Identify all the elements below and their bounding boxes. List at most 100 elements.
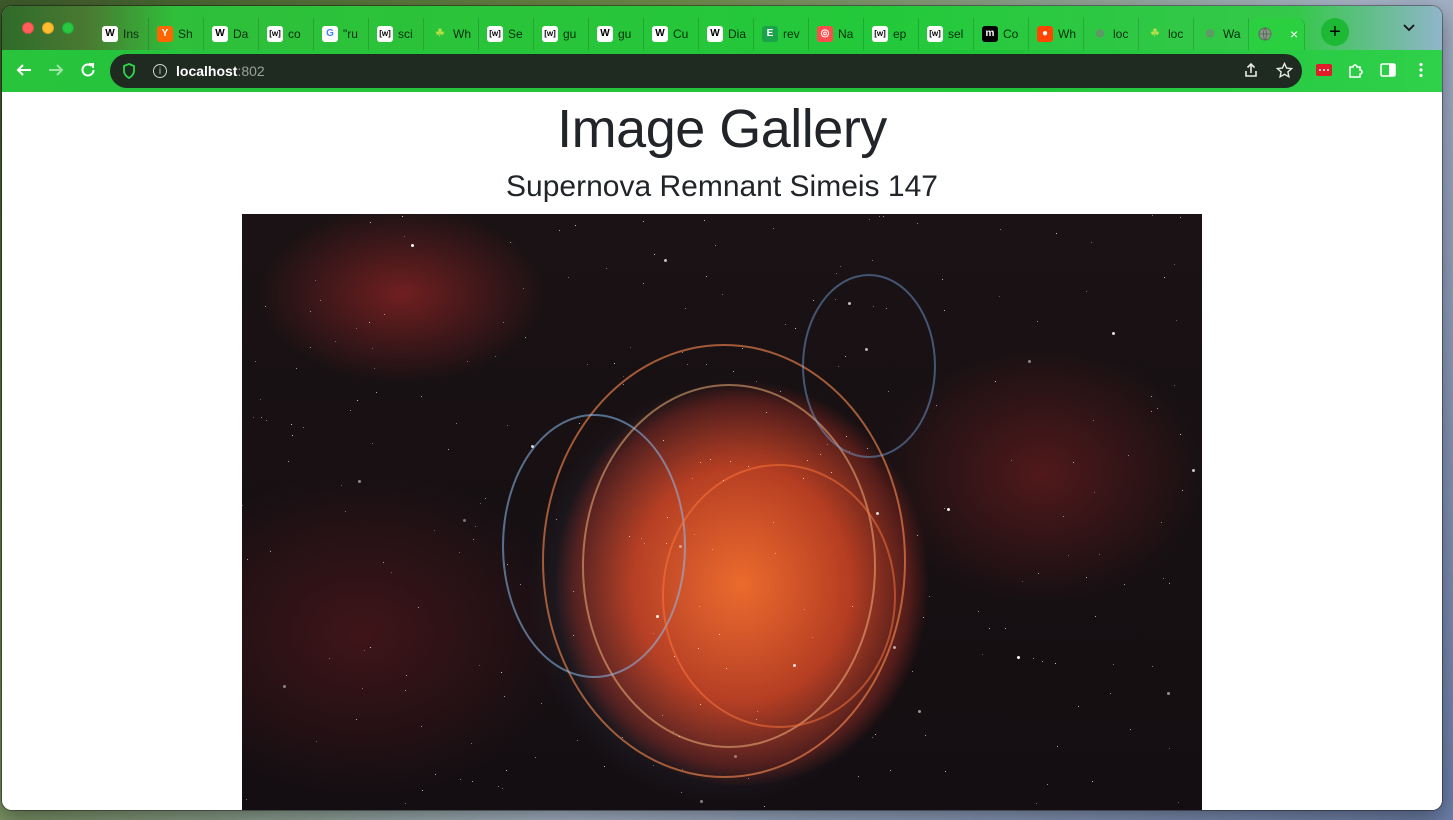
star <box>685 307 687 309</box>
star <box>433 529 435 531</box>
star <box>628 535 630 537</box>
star <box>784 323 786 325</box>
tab-17[interactable]: ● Wh <box>1029 18 1084 50</box>
tab-6[interactable]: ☘ Wh <box>424 18 479 50</box>
star <box>1092 420 1094 421</box>
tab-16[interactable]: m Co <box>974 18 1029 50</box>
tab-5[interactable]: [w] sci <box>369 18 424 50</box>
extension-red-icon[interactable] <box>1315 61 1333 84</box>
star <box>494 355 496 357</box>
star <box>1150 411 1152 413</box>
tab-15[interactable]: [w] sel <box>919 18 974 50</box>
star <box>941 278 943 280</box>
star <box>1022 581 1024 583</box>
tab-10[interactable]: W Cu <box>644 18 699 50</box>
tab-1[interactable]: Y Sh <box>149 18 204 50</box>
window-minimize-button[interactable] <box>42 22 54 34</box>
tab-18[interactable]: ◍ loc <box>1084 18 1139 50</box>
leaf-icon: ☘ <box>1150 28 1160 39</box>
star <box>356 399 358 401</box>
star <box>270 551 272 553</box>
star <box>500 672 502 674</box>
star <box>390 571 392 573</box>
site-info-icon[interactable]: i <box>153 64 167 78</box>
tab-19[interactable]: ☘ loc <box>1139 18 1194 50</box>
tab-label: Dia <box>728 27 747 41</box>
tab-list: W Ins Y Sh W Da [w] co G "ru [w] sci ☘ Wh [w] Se [w] gu Wg… <box>94 14 1305 50</box>
star <box>679 735 681 737</box>
new-tab-button[interactable]: + <box>1321 18 1349 46</box>
star <box>925 735 927 737</box>
tab-4[interactable]: G "ru <box>314 18 369 50</box>
tab-11[interactable]: W Dia <box>699 18 754 50</box>
star <box>575 224 577 226</box>
star <box>320 300 322 302</box>
star <box>382 561 384 563</box>
window-close-button[interactable] <box>22 22 34 34</box>
star <box>706 276 707 278</box>
wikipedia-icon: W <box>597 26 613 42</box>
star <box>922 616 924 618</box>
star <box>947 508 951 512</box>
star <box>334 340 336 342</box>
window-maximize-button[interactable] <box>62 22 74 34</box>
forward-button[interactable] <box>46 61 66 81</box>
url-text[interactable]: localhost:802 <box>176 63 265 79</box>
star <box>846 435 847 437</box>
tab-3[interactable]: [w] co <box>259 18 314 50</box>
star <box>764 805 766 807</box>
star <box>793 663 797 667</box>
star <box>663 259 667 263</box>
tab-2[interactable]: W Da <box>204 18 259 50</box>
globe-icon: ◍ <box>1205 28 1215 39</box>
more-menu-icon[interactable] <box>1412 61 1430 84</box>
star <box>999 295 1001 297</box>
star <box>1173 384 1175 386</box>
star <box>1164 276 1166 278</box>
share-icon[interactable] <box>1243 62 1259 82</box>
star <box>245 799 247 801</box>
side-panel-icon[interactable] <box>1379 61 1397 84</box>
gallery-image[interactable] <box>242 214 1202 810</box>
close-tab-icon[interactable]: × <box>1290 26 1298 42</box>
tab-0[interactable]: W Ins <box>94 18 149 50</box>
star <box>858 775 860 777</box>
star <box>874 734 876 735</box>
tab-14[interactable]: [w] ep <box>864 18 919 50</box>
tab-label: "ru <box>343 27 358 41</box>
star <box>1027 359 1031 363</box>
reload-button[interactable] <box>78 61 98 81</box>
star <box>1077 706 1079 708</box>
star <box>246 559 248 561</box>
address-bar[interactable]: i localhost:802 <box>110 54 1302 88</box>
tab-7[interactable]: [w] Se <box>479 18 534 50</box>
star <box>572 634 574 636</box>
tab-9[interactable]: Wgu <box>589 18 644 50</box>
star <box>522 287 524 289</box>
tab-13[interactable]: ◎ Na <box>809 18 864 50</box>
star <box>1179 433 1181 435</box>
tab-20[interactable]: ◍ Wa <box>1194 18 1249 50</box>
star <box>356 719 358 721</box>
wikipedia-icon: W <box>707 26 723 42</box>
star <box>725 667 727 669</box>
star <box>410 243 414 247</box>
star <box>418 607 420 609</box>
tab-search-chevron-icon[interactable] <box>1402 20 1416 36</box>
star <box>1094 492 1096 494</box>
star <box>1091 780 1093 782</box>
star <box>505 770 507 772</box>
tab-12[interactable]: Erev <box>754 18 809 50</box>
page-content: Image Gallery Supernova Remnant Simeis 1… <box>2 92 1442 810</box>
star <box>732 371 734 373</box>
star <box>403 236 405 238</box>
back-button[interactable] <box>14 61 34 81</box>
star <box>773 228 775 230</box>
extensions-puzzle-icon[interactable] <box>1347 61 1365 84</box>
tab-8[interactable]: [w] gu <box>534 18 589 50</box>
shield-icon <box>123 63 135 79</box>
bookmark-star-icon[interactable] <box>1275 61 1294 83</box>
star <box>577 740 579 742</box>
tab-active[interactable]: × <box>1249 18 1305 50</box>
star <box>871 259 873 261</box>
